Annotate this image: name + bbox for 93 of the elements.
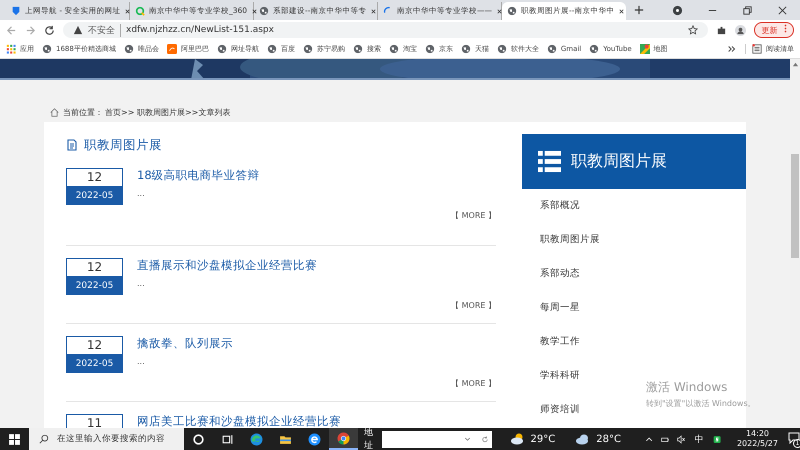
search-icon (39, 434, 49, 444)
sidebar-link[interactable]: 教学工作 (540, 325, 580, 359)
cortana-icon[interactable] (192, 432, 206, 446)
sun-cloud-icon (510, 433, 526, 445)
task-view-icon[interactable] (221, 432, 234, 446)
close-icon[interactable] (496, 8, 503, 14)
breadcrumb-label: 当前位置： (63, 107, 103, 118)
date-day: 12 (66, 336, 123, 355)
close-icon[interactable] (777, 4, 788, 16)
globe-icon (266, 44, 277, 54)
edge-icon[interactable] (250, 432, 264, 446)
article-link[interactable]: 直播展示和沙盘模拟企业经营比赛 (137, 258, 496, 273)
scrollbar-thumb[interactable] (791, 154, 799, 258)
sidebar-link[interactable]: 职教周图片展 (540, 223, 600, 257)
taskbar-search-field[interactable]: 在这里输入你要搜索的内容 (29, 428, 184, 450)
close-icon[interactable] (124, 8, 132, 14)
globe-icon (42, 44, 52, 54)
more-link[interactable]: 【 MORE 】 (451, 300, 496, 311)
s-logo-icon[interactable] (712, 434, 721, 444)
breadcrumb-path: 首页>> 职教周图片展>>文章列表 (105, 107, 230, 118)
address-field[interactable]: 不安全 xdfw.njzhzz.cn/NewList-151.aspx (63, 22, 708, 38)
chrome-icon[interactable] (337, 432, 350, 444)
windows-start-icon[interactable] (8, 432, 21, 446)
clock-date: 2022/5/27 (736, 439, 778, 449)
notification-icon (788, 432, 800, 444)
document-icon (66, 139, 78, 151)
refresh-icon[interactable] (478, 430, 492, 448)
date-day: 12 (66, 168, 123, 187)
article-excerpt: ... (137, 279, 146, 288)
date-day: 12 (66, 258, 123, 277)
home-icon (50, 108, 59, 117)
activation-title: 激活 Windows (646, 379, 728, 396)
date-month: 2022-05 (66, 187, 123, 205)
globe-icon (302, 44, 313, 54)
list-icon (538, 150, 561, 173)
taskbar-address-field[interactable] (382, 430, 478, 448)
article-excerpt: ... (137, 189, 146, 198)
shield-icon (11, 6, 21, 16)
globe-icon (352, 44, 363, 54)
more-link[interactable]: 【 MORE 】 (451, 378, 496, 389)
close-icon[interactable] (251, 8, 258, 14)
profile-icon[interactable] (672, 4, 683, 16)
warning-icon (73, 25, 83, 35)
date-month: 2022-05 (66, 277, 123, 295)
update-button[interactable]: 更新 (754, 22, 794, 38)
globe-icon (124, 44, 134, 54)
close-icon[interactable] (370, 8, 378, 14)
article-link[interactable]: 网店美工比赛和沙盘模拟企业经营比赛 (137, 414, 496, 428)
address-label: 地址 (364, 427, 374, 450)
globe-icon (546, 44, 557, 54)
sidebar-link[interactable]: 系部概况 (540, 189, 580, 223)
ie-icon[interactable] (308, 432, 322, 446)
globe-icon (388, 44, 399, 54)
restore-icon[interactable] (742, 4, 753, 16)
avatar-icon[interactable] (735, 24, 746, 36)
sidebar-link[interactable]: 师资培训 (540, 393, 580, 427)
sidebar-link[interactable]: 学科科研 (540, 359, 580, 393)
map-icon (640, 44, 650, 54)
clock-time: 14:20 (746, 429, 770, 439)
article-excerpt: ... (137, 357, 146, 366)
loading-icon (383, 6, 393, 16)
more-link[interactable]: 【 MORE 】 (451, 210, 496, 221)
sidebar-title: 职教周图片展 (571, 151, 667, 172)
sidebar-link[interactable]: 系部动态 (540, 257, 580, 291)
globe-icon (507, 6, 517, 16)
globe-icon (259, 6, 269, 16)
globe-icon (460, 44, 471, 54)
muted-speaker-icon[interactable] (677, 434, 686, 444)
apps-grid-icon (6, 44, 16, 54)
activation-hint: 转到"设置"以激活 Windows。 (646, 398, 756, 409)
sidebar-link[interactable]: 每周一星 (540, 291, 580, 325)
weather-button[interactable]: 28°C (575, 433, 621, 445)
section-title: 职教周图片展 (84, 136, 162, 154)
bookmark-logo-icon (166, 44, 177, 54)
globe-icon (216, 44, 227, 54)
search-icon (135, 6, 145, 16)
globe-icon (496, 44, 507, 54)
scroll-up-icon[interactable] (792, 61, 798, 68)
close-icon[interactable] (618, 8, 626, 14)
puzzle-icon[interactable] (716, 24, 728, 36)
globe-icon (424, 44, 435, 54)
star-icon[interactable] (688, 25, 698, 35)
globe-icon (589, 44, 600, 54)
overflow-icon[interactable] (727, 44, 737, 54)
more-icon (784, 24, 787, 33)
ime-indicator[interactable]: 中 (694, 432, 704, 446)
new-tab-icon[interactable] (634, 5, 644, 15)
article-link[interactable]: 18级高职电商毕业答辩 (137, 168, 496, 183)
reload-icon[interactable] (44, 24, 55, 36)
reading-list-icon (752, 44, 762, 54)
article-link[interactable]: 擒敌拳、队列展示 (137, 336, 496, 351)
weather-button[interactable]: 29°C (510, 433, 556, 445)
date-month: 2022-05 (66, 355, 123, 373)
